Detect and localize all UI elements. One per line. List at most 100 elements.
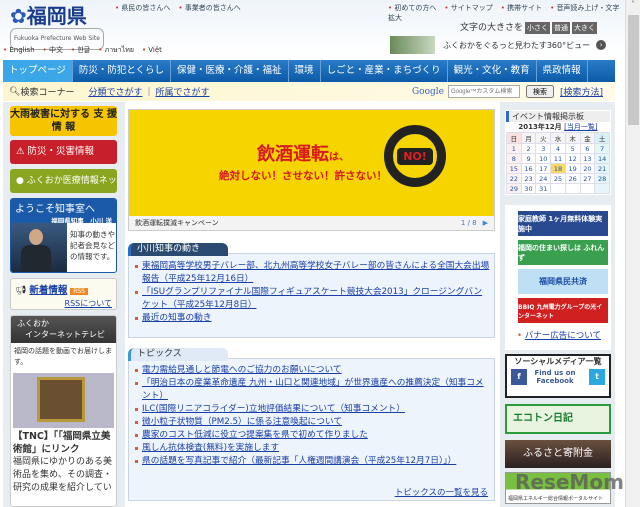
disaster-info-button[interactable]: ⚠ 防災・災害情報 xyxy=(10,140,117,164)
rss-badge[interactable]: RSS xyxy=(70,288,88,295)
calendar-day[interactable]: 25 xyxy=(550,173,566,184)
font-small-button[interactable]: 小さく xyxy=(525,22,550,34)
calendar-day[interactable]: 1 xyxy=(506,143,522,154)
calendar-day[interactable]: 27 xyxy=(579,173,596,184)
campaign-carousel[interactable]: 飲酒運転は、 絶対しない！させない！許さない！ NO! 飲酒運転撲滅キャンペーン 1… xyxy=(128,109,495,231)
calendar-day[interactable]: 8 xyxy=(506,153,522,164)
facebook-icon[interactable]: f xyxy=(511,369,527,385)
tv-thumbnail[interactable] xyxy=(13,373,114,428)
calendar-day[interactable]: 29 xyxy=(506,183,522,194)
link-first-time[interactable]: 初めての方へ xyxy=(388,4,436,12)
calendar-day[interactable]: 15 xyxy=(506,163,522,174)
tv-item-title[interactable]: 【TNC】「「福岡県立美術館」にリンク xyxy=(11,430,116,456)
link-mobile[interactable]: 携帯サイト xyxy=(501,4,542,12)
drunk-driving-banner[interactable]: 飲酒運転は、 絶対しない！させない！許さない！ NO! xyxy=(129,110,494,216)
list-item[interactable]: 風しん抗体検査(無料)を実施します xyxy=(135,442,490,455)
calendar-day[interactable]: 6 xyxy=(579,143,596,154)
list-item[interactable]: 微小粒子状物質（PM2.5）に係る注意喚起について xyxy=(135,416,490,429)
lang-chinese[interactable]: 中文 xyxy=(43,46,63,54)
calendar-day[interactable]: 22 xyxy=(506,173,522,184)
heavy-rain-support-banner[interactable]: 大雨被害に対する 支 援 情 報 xyxy=(10,106,117,136)
governor-office-box[interactable]: ようこそ知事室へ 福岡県知事 小川 洋 知事の動きや記者会見などの情報です。 xyxy=(10,198,117,273)
search-button[interactable]: 検索 xyxy=(525,85,554,98)
calendar-day[interactable]: 9 xyxy=(520,153,537,164)
nav-tourism[interactable]: 観光・文化・教育 xyxy=(448,60,537,82)
ecoton-diary-banner[interactable]: エコトン日記 xyxy=(505,404,611,434)
banner-headline-suffix: は、 xyxy=(329,152,349,163)
banner-caption: 飲酒運転撲滅キャンペーン xyxy=(135,219,219,227)
search-input[interactable] xyxy=(447,85,520,98)
calendar-day[interactable]: 17 xyxy=(535,163,552,174)
list-item[interactable]: ILC(国際リニアコライダー)立地評価結果について（知事コメント） xyxy=(135,403,490,416)
calendar-day[interactable]: 2 xyxy=(520,143,537,154)
tv-subtitle: インターネットテレビ xyxy=(25,330,105,339)
lang-korean[interactable]: 한글 xyxy=(71,46,90,54)
news-link[interactable]: 新着情報 xyxy=(29,285,67,296)
right-sidebar: イベント情報掲示板 2013年12月 [当月一覧] 日月火水木金土1234567… xyxy=(500,102,615,507)
list-item[interactable]: 「明治日本の産業革命遺産 九州・山口と関連地域」が世界遺産への推薦決定（知事コメ… xyxy=(135,377,490,403)
scroll-up-icon[interactable]: ˄ xyxy=(626,0,640,9)
nav-government[interactable]: 県政情報 xyxy=(537,60,588,82)
scrollbar-thumb[interactable] xyxy=(628,15,639,125)
list-item[interactable]: 東福岡高等学校男子バレー部、北九州高等学校女子バレー部の皆さんによる全国大会出場… xyxy=(135,260,490,286)
calendar-day[interactable]: 26 xyxy=(564,173,581,184)
nav-industry[interactable]: しごと・産業・まちづくり xyxy=(321,60,448,82)
calendar-day[interactable]: 4 xyxy=(550,143,566,154)
calendar-day[interactable]: 19 xyxy=(564,163,581,174)
calendar-day[interactable]: 11 xyxy=(550,153,566,164)
arrow-right-icon: › xyxy=(596,40,607,50)
twitter-icon[interactable]: t xyxy=(589,369,605,385)
calendar-day[interactable]: 16 xyxy=(520,163,537,174)
social-media-box[interactable]: ソーシャルメディア一覧 f Find us on Facebook t xyxy=(505,354,611,398)
carousel-next-icon[interactable]: ▶ xyxy=(483,216,488,230)
ad-about-link[interactable]: バナー広告について xyxy=(525,331,601,341)
furusato-banner[interactable]: ふるさと寄附金 xyxy=(505,440,611,468)
search-by-dept[interactable]: 所属でさがす xyxy=(156,85,210,98)
vr-view-link[interactable]: ふくおかをぐるっと見わたす360°ビュー › xyxy=(390,35,615,55)
calendar-day[interactable]: 3 xyxy=(535,143,552,154)
calendar-day[interactable]: 28 xyxy=(594,173,610,184)
list-item[interactable]: 農家のコスト低減に役立つ提案集を県で初めて作りました xyxy=(135,429,490,442)
calendar-day[interactable]: 23 xyxy=(520,173,537,184)
calendar-day[interactable]: 13 xyxy=(579,153,596,164)
nav-environment[interactable]: 環境 xyxy=(289,60,321,82)
calendar-list-link[interactable]: [当月一覧] xyxy=(564,123,597,131)
vertical-scrollbar[interactable]: ˄ xyxy=(625,0,640,507)
link-business[interactable]: 事業者の皆さんへ xyxy=(178,4,240,12)
calendar-day[interactable]: 12 xyxy=(564,153,581,164)
link-sitemap[interactable]: サイトマップ xyxy=(444,4,492,12)
nav-safety[interactable]: 防災・防犯とくらし xyxy=(73,60,172,82)
ad-kyosai[interactable]: 福岡県民共済 xyxy=(518,269,608,294)
link-residents[interactable]: 県民の皆さんへ xyxy=(115,4,170,12)
search-help-link[interactable]: [検索方法] xyxy=(560,85,603,98)
calendar-day[interactable]: 30 xyxy=(520,183,537,194)
calendar-day[interactable]: 21 xyxy=(594,163,610,174)
lang-english[interactable]: English xyxy=(3,46,35,54)
list-item[interactable]: 最近の知事の動き xyxy=(135,312,490,325)
site-logo[interactable]: ✿福岡県 Fukuoka Prefecture Web Site xyxy=(10,6,104,50)
lang-vietnamese[interactable]: Việt xyxy=(142,46,162,54)
calendar-day[interactable]: 24 xyxy=(535,173,552,184)
font-normal-button[interactable]: 普通 xyxy=(552,22,570,34)
calendar-day[interactable]: 20 xyxy=(579,163,596,174)
calendar-day[interactable]: 5 xyxy=(564,143,581,154)
calendar-day[interactable]: 10 xyxy=(535,153,552,164)
lang-thai[interactable]: ภาษาไทย xyxy=(98,46,134,54)
calendar-day[interactable]: 18 xyxy=(550,163,566,174)
font-large-button[interactable]: 大きく xyxy=(572,22,597,34)
rss-about-link[interactable]: RSSについて xyxy=(65,299,112,308)
calendar-day[interactable]: 31 xyxy=(535,183,552,194)
ad-housing[interactable]: 福岡の住まい探しは ふれんず xyxy=(518,240,608,265)
list-item[interactable]: 県の話題を写真記事で紹介（最新記事「人権週間講演会（平成25年12月7日）」） xyxy=(135,455,490,468)
nav-top[interactable]: トップページ xyxy=(3,60,73,82)
list-item[interactable]: 電力需給見通しと節電へのご協力のお願いについて xyxy=(135,364,490,377)
ad-bbiq[interactable]: BBIQ 九州電力グループの光インターネット xyxy=(518,298,608,323)
search-by-category[interactable]: 分類でさがす xyxy=(88,85,142,98)
medical-info-button[interactable]: ● ふくおか医療情報ネット xyxy=(10,169,117,210)
calendar-day[interactable]: 7 xyxy=(594,143,610,154)
nav-health[interactable]: 保健・医療・介護・福祉 xyxy=(171,60,289,82)
list-item[interactable]: 「ISUグランプリファイナル国際フィギュアスケート競技大会2013」クロージング… xyxy=(135,286,490,312)
calendar-day[interactable]: 14 xyxy=(594,153,610,164)
topics-more-link[interactable]: トピックスの一覧を見る xyxy=(395,488,488,498)
ad-tutor[interactable]: 家庭教師 1ヶ月無料体験実施中 xyxy=(518,211,608,236)
